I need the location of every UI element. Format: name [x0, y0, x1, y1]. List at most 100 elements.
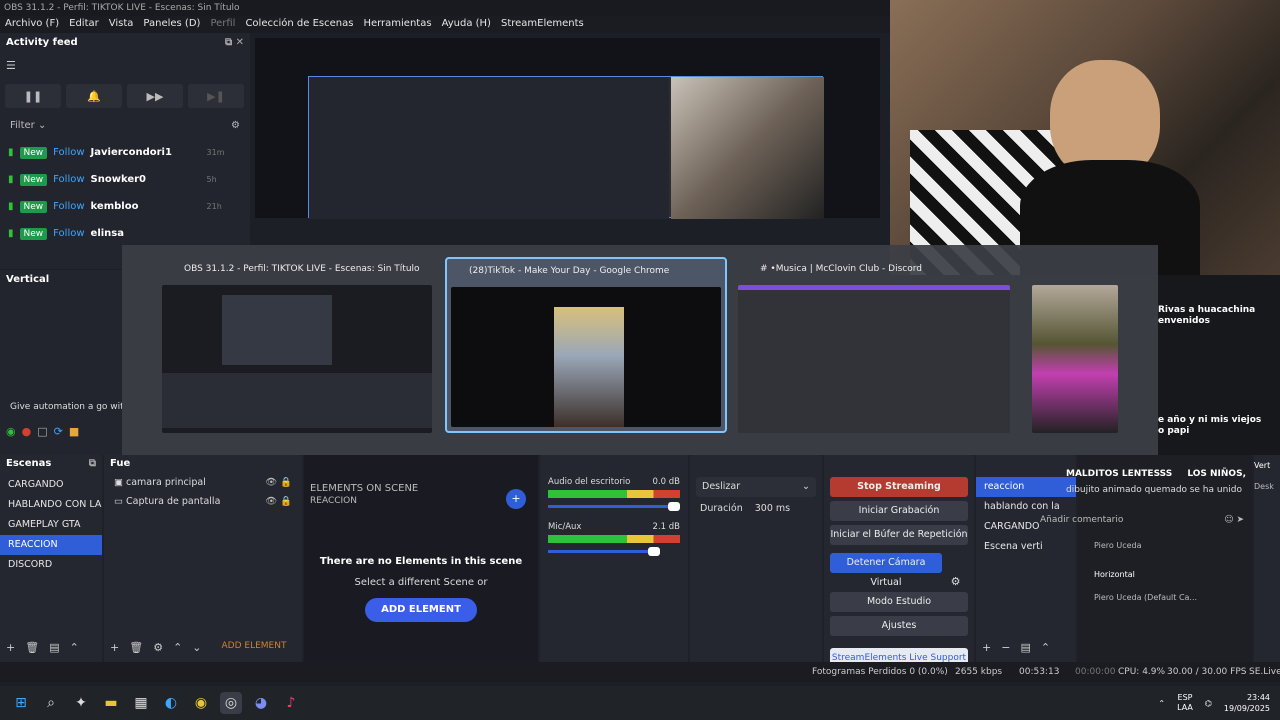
rec-time: 00:00:00: [1075, 667, 1116, 677]
scene-item[interactable]: HABLANDO CON LA GEI: [0, 495, 102, 515]
filter-icon[interactable]: ▤: [49, 641, 59, 654]
record-icon[interactable]: ◉: [6, 425, 16, 438]
activity-item[interactable]: ▮ New Follow Snowker0 5h: [0, 166, 250, 193]
menu-ayuda[interactable]: Ayuda (H): [442, 16, 491, 33]
gear-icon[interactable]: ⚙: [153, 641, 163, 654]
add-element-link[interactable]: ADD ELEMENT: [222, 641, 287, 654]
menu-vista[interactable]: Vista: [109, 16, 134, 33]
chrome-icon[interactable]: ◉: [190, 692, 212, 714]
scene-item[interactable]: GAMEPLAY GTA: [0, 515, 102, 535]
skip-button[interactable]: ▶▶: [127, 84, 183, 108]
square-icon[interactable]: □: [37, 425, 47, 438]
menu-editar[interactable]: Editar: [69, 16, 99, 33]
status-bar: Fotogramas Perdidos 0 (0.0%) 2655 kbps 0…: [0, 662, 1280, 682]
menu-icon[interactable]: ☰: [0, 51, 250, 80]
add-icon[interactable]: +: [110, 641, 119, 654]
scene-item[interactable]: Escena verti: [976, 537, 1076, 557]
file-explorer-icon[interactable]: ▬: [100, 692, 122, 714]
menu-archivo[interactable]: Archivo (F): [5, 16, 59, 33]
vertical-title: Vertical: [6, 274, 50, 285]
add-element-button[interactable]: ADD ELEMENT: [365, 598, 477, 622]
gear-icon[interactable]: ⚙: [231, 120, 240, 131]
scene-item-selected[interactable]: REACCION: [0, 535, 102, 555]
up-icon[interactable]: ⌃: [1041, 641, 1050, 654]
switcher-window-obs[interactable]: OBS 31.1.2 - Perfil: TIKTOK LIVE - Escen…: [162, 257, 432, 433]
duration-input[interactable]: 300 ms: [755, 503, 790, 514]
bell-icon[interactable]: 🔔: [66, 84, 122, 108]
channel-db: 2.1 dB: [652, 522, 680, 532]
copilot-icon[interactable]: ✦: [70, 692, 92, 714]
elements-dock: ELEMENTS ON SCENE REACCION + There are n…: [304, 455, 538, 662]
trash-icon[interactable]: 🗑: [129, 641, 143, 654]
scene-item[interactable]: DISCORD: [0, 555, 102, 575]
source-item[interactable]: ▭ Captura de pantalla 👁 🔒: [104, 492, 302, 511]
chevron-up-icon[interactable]: ⌃: [1158, 699, 1165, 708]
menu-perfil[interactable]: Perfil: [210, 16, 235, 33]
chat-header: MALDITOS LENTESSS: [1066, 469, 1173, 479]
language-indicator[interactable]: ESP LAA: [1177, 693, 1193, 713]
chat-header2: LOS NIÑOS,: [1187, 469, 1246, 479]
scene-item[interactable]: hablando con la: [976, 497, 1076, 517]
add-icon[interactable]: +: [6, 641, 15, 654]
add-icon[interactable]: +: [982, 641, 991, 654]
volume-slider[interactable]: [548, 547, 661, 556]
activity-item[interactable]: ▮ New Follow kembloo 21h: [0, 193, 250, 220]
taskbar: ⊞ ⌕ ✦ ▬ ▦ ◐ ◉ ◎ ◕ ♪ ⌃ ESP LAA ⌬ 23:44 19/0…: [0, 686, 1280, 720]
tiktok-icon[interactable]: ♪: [280, 692, 302, 714]
comment-input[interactable]: Añadir comentario ☺ ➤: [1040, 515, 1244, 533]
skip-end-button[interactable]: ▶❚: [188, 84, 244, 108]
menu-paneles[interactable]: Paneles (D): [143, 16, 200, 33]
stop-icon[interactable]: ●: [22, 425, 32, 438]
search-icon[interactable]: ⌕: [40, 692, 62, 714]
elements-subtitle: REACCION: [310, 496, 357, 506]
volume-slider[interactable]: [548, 502, 680, 511]
switcher-window-vertical[interactable]: [1032, 257, 1118, 433]
chat-line: envenidos: [1158, 316, 1210, 326]
filter-dropdown[interactable]: Filter ⌄: [10, 120, 46, 131]
up-icon[interactable]: ⌃: [70, 641, 79, 654]
menu-herramientas[interactable]: Herramientas: [363, 16, 431, 33]
store-icon[interactable]: ▦: [130, 692, 152, 714]
activity-item[interactable]: ▮ New Follow elinsa: [0, 220, 250, 247]
preview-frame: [308, 76, 824, 219]
discord-icon[interactable]: ◕: [250, 692, 272, 714]
down-icon[interactable]: ⌄: [192, 641, 201, 654]
vertical-scenes-dock: reaccion hablando con la CARGANDO Escena…: [976, 455, 1076, 662]
activity-feed: Activity feed ⧉ ✕ ☰ ❚❚ 🔔 ▶▶ ▶❚ Filter ⌄ ⚙…: [0, 33, 250, 269]
channel-db: 0.0 dB: [652, 477, 680, 487]
dock-menu-icon[interactable]: ⧉: [89, 455, 96, 473]
transition-select[interactable]: Deslizar ⌄: [696, 477, 816, 497]
studio-mode-button[interactable]: Modo Estudio: [830, 592, 968, 612]
switcher-window-discord[interactable]: # •Musica | McClovin Club - Discord: [738, 257, 1010, 433]
activity-item[interactable]: ▮ New Follow Javiercondori1 31m: [0, 139, 250, 166]
gear-icon[interactable]: ⚙: [946, 575, 966, 588]
network-icon[interactable]: ⌬: [1205, 699, 1212, 708]
close-icon[interactable]: ⧉ ✕: [225, 37, 244, 48]
switcher-window-chrome[interactable]: (28)TikTok - Make Your Day - Google Chro…: [445, 257, 727, 433]
scene-item-selected[interactable]: reaccion: [976, 477, 1076, 497]
up-icon[interactable]: ⌃: [173, 641, 182, 654]
replay-buffer-button[interactable]: Iniciar el Búfer de Repetición: [830, 525, 968, 545]
activity-title: Activity feed: [6, 36, 78, 48]
filter-icon[interactable]: ▤: [1020, 641, 1030, 654]
clock[interactable]: 23:44 19/09/2025: [1224, 692, 1270, 714]
start-recording-button[interactable]: Iniciar Grabación: [830, 501, 968, 521]
add-icon[interactable]: +: [506, 489, 526, 509]
windows-start-icon[interactable]: ⊞: [10, 692, 32, 714]
menu-streamelements[interactable]: StreamElements: [501, 16, 584, 33]
obs-icon[interactable]: ◎: [220, 692, 242, 714]
preview-canvas[interactable]: [255, 38, 880, 219]
folder-icon[interactable]: ■: [69, 425, 79, 438]
trash-icon[interactable]: 🗑: [25, 641, 39, 654]
settings-button[interactable]: Ajustes: [830, 616, 968, 636]
refresh-icon[interactable]: ⟳: [54, 425, 63, 438]
source-item[interactable]: ▣ camara principal 👁 🔒: [104, 473, 302, 492]
virtual-camera-button[interactable]: Detener Cámara Virtual: [830, 553, 942, 588]
menu-coleccion[interactable]: Colección de Escenas: [245, 16, 353, 33]
stop-streaming-button[interactable]: Stop Streaming: [830, 477, 968, 497]
minus-icon[interactable]: −: [1001, 641, 1010, 654]
edge-icon[interactable]: ◐: [160, 692, 182, 714]
pause-button[interactable]: ❚❚: [5, 84, 61, 108]
user-label: Piero Uceda (Default Ca...: [1094, 593, 1198, 602]
scene-item[interactable]: CARGANDO: [0, 475, 102, 495]
